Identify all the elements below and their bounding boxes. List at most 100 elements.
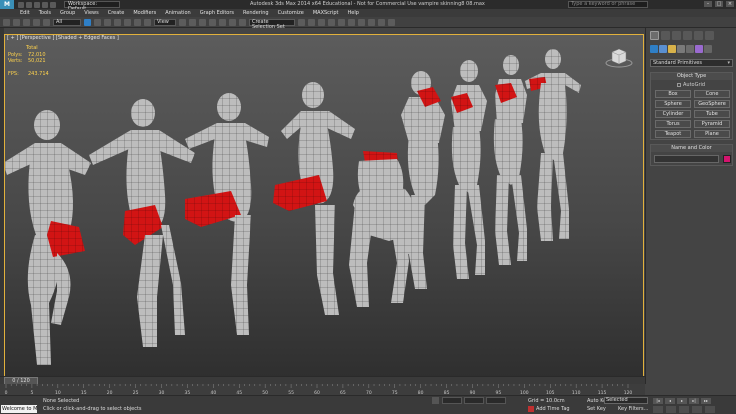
viewcube-icon[interactable] (605, 43, 633, 69)
selection-filter-dropdown[interactable]: All (53, 18, 81, 26)
percent-snap-icon[interactable] (229, 18, 236, 26)
perspective-viewport[interactable]: [ + ] [Perspective ] [Shaded + Edged Fac… (4, 34, 644, 384)
next-frame-icon[interactable]: ▸| (689, 398, 699, 404)
named-selection-dropdown[interactable]: Create Selection Set (249, 18, 295, 29)
geometry-icon[interactable] (650, 45, 658, 53)
y-coordinate-field[interactable] (464, 397, 484, 404)
geosphere-button[interactable]: GeoSphere (694, 100, 730, 108)
render-setup-icon[interactable] (368, 18, 375, 26)
object-color-swatch[interactable] (723, 155, 731, 163)
workspace-dropdown[interactable]: Workspace: Default (64, 1, 120, 12)
snap-toggle-icon[interactable] (209, 18, 216, 26)
select-manipulate-icon[interactable] (189, 18, 196, 26)
menu-modifiers[interactable]: Modifiers (133, 10, 156, 16)
pyramid-button[interactable]: Pyramid (694, 120, 730, 128)
checkbox-icon[interactable] (677, 83, 681, 87)
shapes-icon[interactable] (659, 45, 667, 53)
torus-button[interactable]: Torus (655, 120, 691, 128)
play-icon[interactable]: ▸ (677, 398, 687, 404)
menu-rendering[interactable]: Rendering (243, 10, 269, 16)
menu-graph-editors[interactable]: Graph Editors (200, 10, 234, 16)
x-coordinate-field[interactable] (442, 397, 462, 404)
angle-snap-icon[interactable] (219, 18, 226, 26)
zoom-all-icon[interactable] (666, 406, 676, 413)
schematic-view-icon[interactable] (348, 18, 355, 26)
layer-manager-icon[interactable] (328, 18, 335, 26)
menu-help[interactable]: Help (348, 10, 359, 16)
go-to-start-icon[interactable]: |◂ (653, 398, 663, 404)
helpers-icon[interactable] (686, 45, 694, 53)
zoom-extents-icon[interactable] (679, 406, 689, 413)
character-pose-5[interactable] (349, 151, 419, 307)
menu-animation[interactable]: Animation (165, 10, 191, 16)
character-pose-7[interactable] (451, 60, 487, 279)
z-coordinate-field[interactable] (486, 397, 506, 404)
redo-icon[interactable] (13, 18, 20, 26)
link-icon[interactable] (23, 18, 30, 26)
mirror-icon[interactable] (298, 18, 305, 26)
character-pose-9[interactable] (525, 49, 581, 241)
selection-lock-icon[interactable] (432, 397, 439, 404)
cylinder-button[interactable]: Cylinder (655, 110, 691, 118)
plane-button[interactable]: Plane (694, 130, 730, 138)
cone-button[interactable]: Cone (694, 90, 730, 98)
track-bar[interactable]: 0 5 10 15 20 25 30 35 40 45 50 55 60 65 70 75 80 85 90 95 10… (0, 384, 645, 395)
character-pose-8[interactable] (493, 55, 527, 265)
go-to-end-icon[interactable]: ▸▸ (701, 398, 711, 404)
menu-tools[interactable]: Tools (39, 10, 51, 16)
motion-tab-icon[interactable] (683, 31, 692, 40)
minimize-icon[interactable]: – (704, 1, 712, 7)
rotate-icon[interactable] (134, 18, 141, 26)
maxscript-listener[interactable]: Welcome to M (1, 405, 37, 413)
tube-button[interactable]: Tube (694, 110, 730, 118)
utilities-tab-icon[interactable] (705, 31, 714, 40)
box-button[interactable]: Box (655, 90, 691, 98)
pivot-center-icon[interactable] (179, 18, 186, 26)
pan-icon[interactable] (705, 406, 715, 413)
menu-create[interactable]: Create (108, 10, 125, 16)
previous-frame-icon[interactable]: ◂ (665, 398, 675, 404)
render-icon[interactable] (388, 18, 395, 26)
curve-editor-icon[interactable] (338, 18, 345, 26)
cameras-icon[interactable] (677, 45, 685, 53)
time-slider[interactable]: 0 / 120 (0, 376, 645, 385)
menu-views[interactable]: Views (84, 10, 98, 16)
menu-maxscript[interactable]: MAXScript (313, 10, 339, 16)
unlink-icon[interactable] (33, 18, 40, 26)
object-type-header[interactable]: Object Type (651, 73, 732, 80)
window-crossing-icon[interactable] (114, 18, 121, 26)
field-of-view-icon[interactable] (692, 406, 702, 413)
systems-icon[interactable] (704, 45, 712, 53)
teapot-button[interactable]: Teapot (655, 130, 691, 138)
lights-icon[interactable] (668, 45, 676, 53)
display-tab-icon[interactable] (694, 31, 703, 40)
object-name-field[interactable] (654, 155, 719, 163)
close-icon[interactable]: × (726, 1, 734, 7)
menu-group[interactable]: Group (60, 10, 75, 16)
select-object-icon[interactable] (84, 18, 91, 26)
create-tab-icon[interactable] (650, 31, 659, 40)
new-file-icon[interactable] (18, 1, 24, 8)
zoom-icon[interactable] (653, 406, 663, 413)
modify-tab-icon[interactable] (661, 31, 670, 40)
scale-icon[interactable] (144, 18, 151, 26)
undo-icon[interactable] (42, 1, 48, 8)
spinner-snap-icon[interactable] (239, 18, 246, 26)
key-filters-button[interactable]: Key Filters... (618, 406, 648, 412)
character-pose-2[interactable] (89, 99, 195, 347)
space-warps-icon[interactable] (695, 45, 703, 53)
app-logo-icon[interactable]: M (0, 0, 14, 9)
open-file-icon[interactable] (26, 1, 32, 8)
rendered-frame-icon[interactable] (378, 18, 385, 26)
move-icon[interactable] (124, 18, 131, 26)
menu-edit[interactable]: Edit (20, 10, 30, 16)
undo-icon[interactable] (3, 18, 10, 26)
keyboard-shortcut-icon[interactable] (199, 18, 206, 26)
material-editor-icon[interactable] (358, 18, 365, 26)
reference-coordinate-dropdown[interactable]: View (154, 18, 176, 26)
primitive-category-dropdown[interactable]: Standard Primitives (650, 59, 733, 67)
save-file-icon[interactable] (34, 1, 40, 8)
hierarchy-tab-icon[interactable] (672, 31, 681, 40)
key-mode-dropdown[interactable]: Selected (604, 397, 648, 404)
scene-explorer-icon[interactable] (318, 18, 325, 26)
